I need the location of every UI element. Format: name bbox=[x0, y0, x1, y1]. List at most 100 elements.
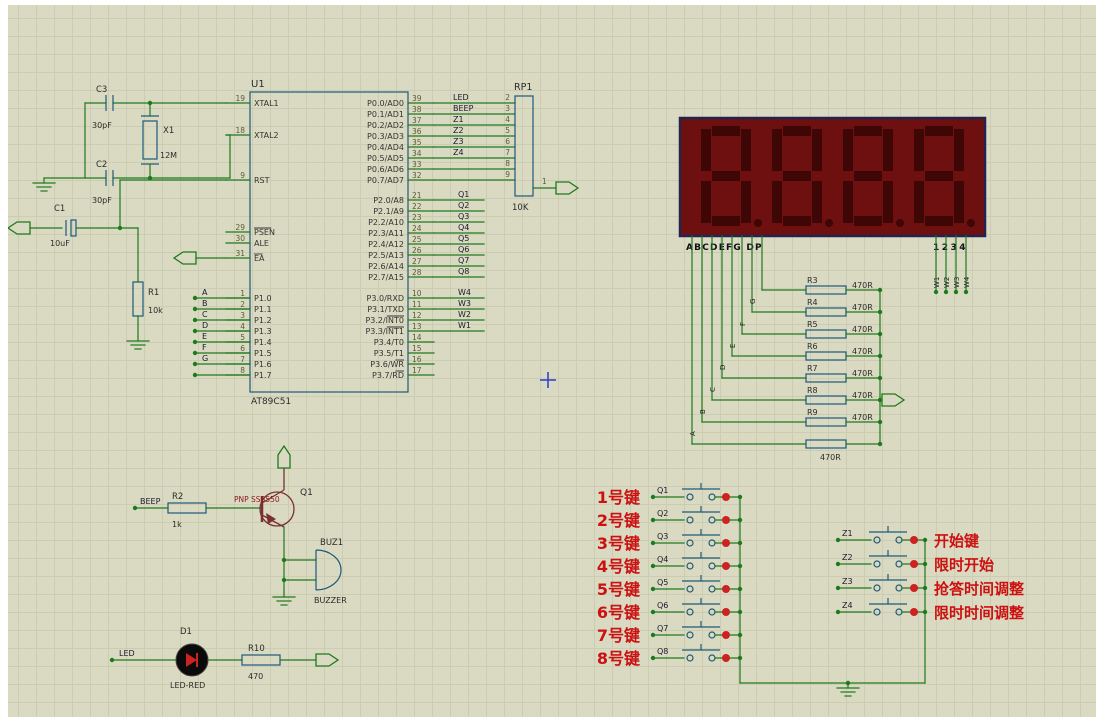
terminal-arrow[interactable] bbox=[555, 181, 580, 195]
state-indicator-dot[interactable] bbox=[722, 493, 730, 501]
key-label[interactable]: 2号键 bbox=[597, 511, 640, 530]
resistor-body[interactable] bbox=[805, 285, 847, 295]
key-label[interactable]: 5号键 bbox=[597, 580, 640, 599]
state-indicator-dot[interactable] bbox=[910, 608, 918, 616]
resistor-ref: R7 bbox=[807, 364, 818, 373]
push-button-key-2[interactable] bbox=[682, 506, 720, 524]
pin-name: RST bbox=[254, 176, 270, 185]
push-button-z3[interactable] bbox=[869, 574, 907, 592]
resistor-body[interactable] bbox=[805, 307, 847, 317]
net-label: W1 bbox=[458, 321, 471, 330]
push-button-z2[interactable] bbox=[869, 550, 907, 568]
led-circuit[interactable]: LED D1 LED-RED R10 470 bbox=[109, 627, 340, 690]
push-button-key-7[interactable] bbox=[682, 621, 720, 639]
push-button-key-6[interactable] bbox=[682, 598, 720, 616]
state-indicator-dot[interactable] bbox=[722, 608, 730, 616]
push-button-z4[interactable] bbox=[869, 598, 907, 616]
terminal-arrow[interactable] bbox=[315, 653, 340, 667]
push-button-key-4[interactable] bbox=[682, 552, 720, 570]
pin-number: 12 bbox=[412, 311, 422, 320]
key-label[interactable]: 4号键 bbox=[597, 557, 640, 576]
resistor-body[interactable] bbox=[805, 373, 847, 383]
net-label: E bbox=[202, 332, 207, 341]
resistor-bank-470[interactable]: R3 470R R4 470R R5 470R R6 470R R7 470R R8 470R R9 47… bbox=[805, 276, 906, 462]
pin-number: 32 bbox=[412, 171, 422, 180]
power-terminal-arrow[interactable] bbox=[277, 444, 291, 469]
state-indicator-dot[interactable] bbox=[722, 631, 730, 639]
u1-chip[interactable]: U1AT89C5119XTAL118XTAL29RST29PSEN30ALE31… bbox=[225, 79, 435, 407]
junction-dot bbox=[192, 372, 198, 378]
net-label: Q5 bbox=[458, 234, 469, 243]
push-button-key-1[interactable] bbox=[682, 483, 720, 501]
pin-name: P3.7/RD bbox=[372, 371, 404, 380]
state-indicator-dot[interactable] bbox=[722, 539, 730, 547]
pin-number: 39 bbox=[412, 94, 422, 103]
function-key-label[interactable]: 抢答时间调整 bbox=[934, 580, 1024, 598]
resistor-body[interactable] bbox=[805, 351, 847, 361]
resistor-body[interactable] bbox=[805, 395, 847, 405]
key-label[interactable]: 7号键 bbox=[597, 626, 640, 645]
cap-c1-plate[interactable] bbox=[70, 219, 77, 237]
state-indicator-dot[interactable] bbox=[722, 654, 730, 662]
rp1-body[interactable] bbox=[514, 95, 534, 197]
junction-dot bbox=[192, 328, 198, 334]
terminal-arrow[interactable] bbox=[6, 221, 31, 235]
schematic-canvas[interactable]: U1 AT89C51 19 XTAL1 18 XTAL2 9 RST 29 PSEN 30 ALE 31… bbox=[0, 0, 1096, 717]
ground-symbol bbox=[126, 335, 150, 350]
state-indicator-dot[interactable] bbox=[722, 585, 730, 593]
push-button-key-3[interactable] bbox=[682, 529, 720, 547]
resistor-body[interactable] bbox=[167, 502, 207, 514]
buzzer-value: BUZZER bbox=[314, 596, 347, 605]
resistor-body[interactable] bbox=[241, 654, 281, 666]
key-label[interactable]: 1号键 bbox=[597, 488, 640, 507]
crystal-circuit[interactable]: C3 30pF C2 30pF X1 12M bbox=[32, 85, 231, 205]
resistor-pack-rp1[interactable]: RP1 10K 1 bbox=[512, 82, 580, 213]
number-keys[interactable]: 1号键 Q1 2号键 Q2 3号键 Q3 4号键 Q4 5号键 Q5 6号键 Q6 7号键 Q7 8号键 Q8 bbox=[597, 483, 926, 697]
function-keys[interactable]: Z1 开始键 Z2 限时开始 Z3 抢答时间调整 Z4 限时时间调整 bbox=[835, 526, 1024, 684]
resistor-body[interactable] bbox=[805, 417, 847, 427]
resistor-value: 470R bbox=[852, 347, 873, 356]
rp1-ref: RP1 bbox=[514, 82, 532, 93]
wires-and-nets: ABCDEFG LED 2 BEEP 3 Z1 4 Z2 5 Z3 6 Z4 7 8 9 Q1 Q2 Q3 Q4 Q5… bbox=[172, 93, 516, 378]
resistor-body[interactable] bbox=[805, 329, 847, 339]
buzzer-body[interactable] bbox=[315, 549, 342, 591]
junction-dot bbox=[192, 339, 198, 345]
terminal-arrow[interactable] bbox=[881, 393, 906, 407]
key-net-label: Q5 bbox=[657, 578, 668, 587]
button-terminal bbox=[895, 560, 903, 568]
seven-segment-display[interactable]: ABCDEFG DP 1234 bbox=[678, 116, 987, 253]
function-key-label[interactable]: 限时开始 bbox=[934, 556, 994, 574]
key-label[interactable]: 8号键 bbox=[597, 649, 640, 668]
resistor-value: 470R bbox=[852, 281, 873, 290]
resistor-ref: R3 bbox=[807, 276, 818, 285]
function-key-label[interactable]: 开始键 bbox=[934, 532, 979, 550]
state-indicator-dot[interactable] bbox=[910, 560, 918, 568]
pin-number: 34 bbox=[412, 149, 422, 158]
state-indicator-dot[interactable] bbox=[910, 536, 918, 544]
key-label[interactable]: 6号键 bbox=[597, 603, 640, 622]
crystal-body[interactable] bbox=[142, 120, 158, 160]
led-value: LED-RED bbox=[170, 681, 205, 690]
push-button-z1[interactable] bbox=[869, 526, 907, 544]
push-button-key-8[interactable] bbox=[682, 644, 720, 662]
cap-value: 10uF bbox=[50, 239, 70, 248]
function-key-label[interactable]: 限时时间调整 bbox=[934, 604, 1024, 622]
state-indicator-dot[interactable] bbox=[910, 584, 918, 592]
net-label: Z3 bbox=[453, 137, 464, 146]
junction-dot bbox=[192, 306, 198, 312]
button-terminal bbox=[895, 584, 903, 592]
pin-number: 10 bbox=[412, 289, 422, 298]
resistor-body[interactable] bbox=[132, 281, 144, 317]
key-label[interactable]: 3号键 bbox=[597, 534, 640, 553]
state-indicator-dot[interactable] bbox=[722, 516, 730, 524]
buzzer-circuit[interactable]: BEEP R2 1k Q1 PNP SS8550 BUZ1 BUZZER bbox=[132, 444, 347, 606]
rp1-value: 10K bbox=[512, 203, 529, 213]
pin-number: 28 bbox=[412, 268, 422, 277]
state-indicator-dot[interactable] bbox=[722, 562, 730, 570]
terminal-arrow[interactable] bbox=[172, 251, 197, 265]
net-label: W3 bbox=[458, 299, 471, 308]
resistor-body[interactable] bbox=[805, 439, 847, 449]
push-button-key-5[interactable] bbox=[682, 575, 720, 593]
crystal-value: 12M bbox=[160, 151, 177, 160]
pin-name: P3.1/TXD bbox=[367, 305, 404, 314]
